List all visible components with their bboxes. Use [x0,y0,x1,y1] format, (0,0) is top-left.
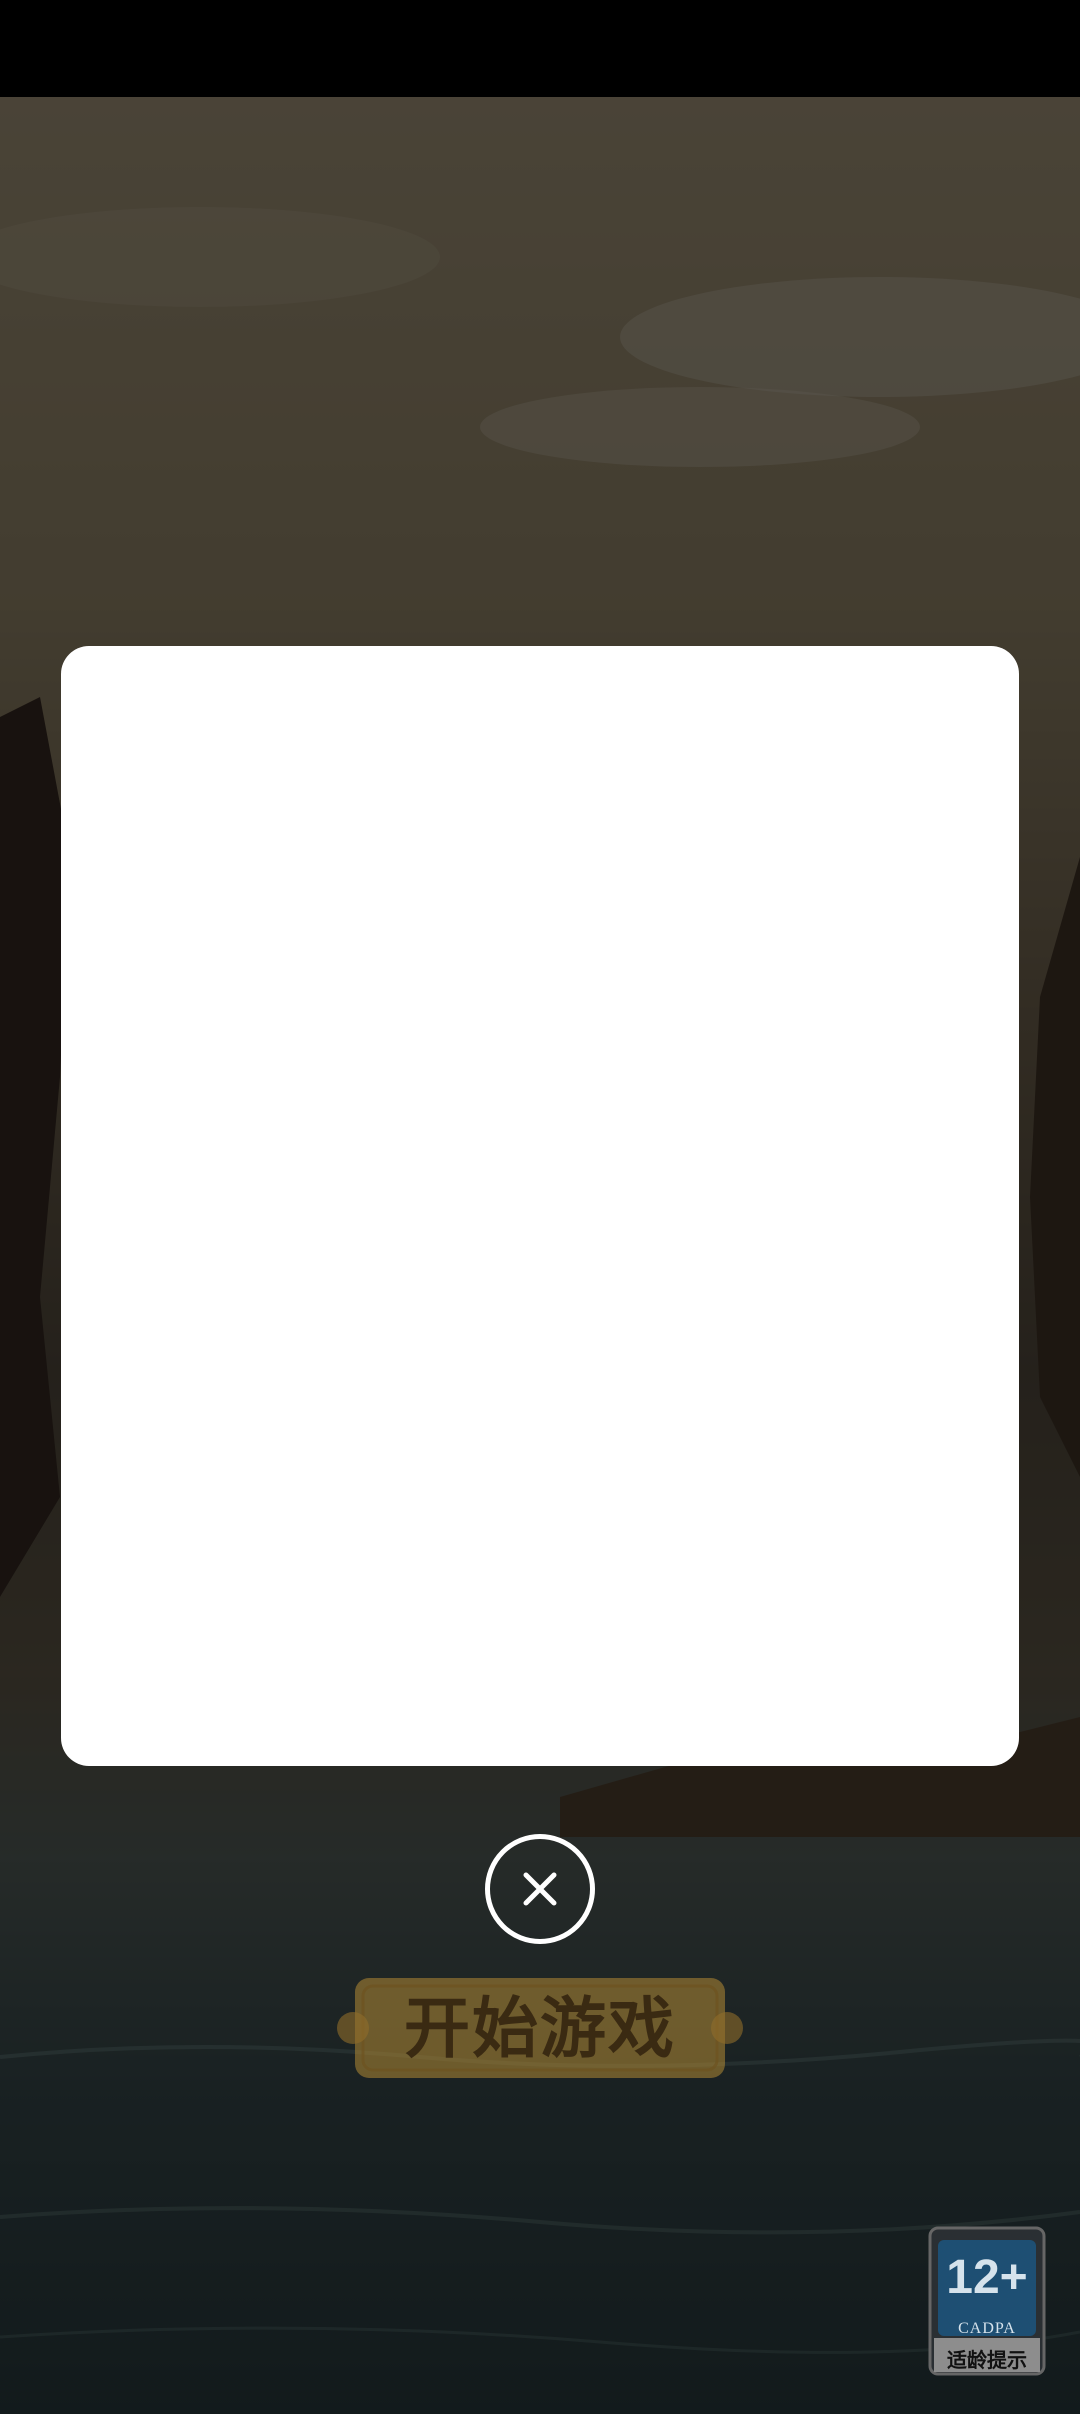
close-button[interactable] [485,1834,595,1944]
age-rating-badge: 12+ CADPA 适龄提示 [928,2226,1046,2376]
status-bar [0,0,1080,97]
modal-dialog [61,646,1019,1766]
start-game-label: 开始游戏 [404,1989,676,2067]
age-rating-hint: 适龄提示 [947,2348,1027,2372]
close-icon [523,1872,557,1906]
age-rating-number: 12+ [946,2251,1028,2304]
start-game-button[interactable]: 开始游戏 [335,1972,745,2084]
age-rating-org: CADPA [958,2320,1016,2337]
